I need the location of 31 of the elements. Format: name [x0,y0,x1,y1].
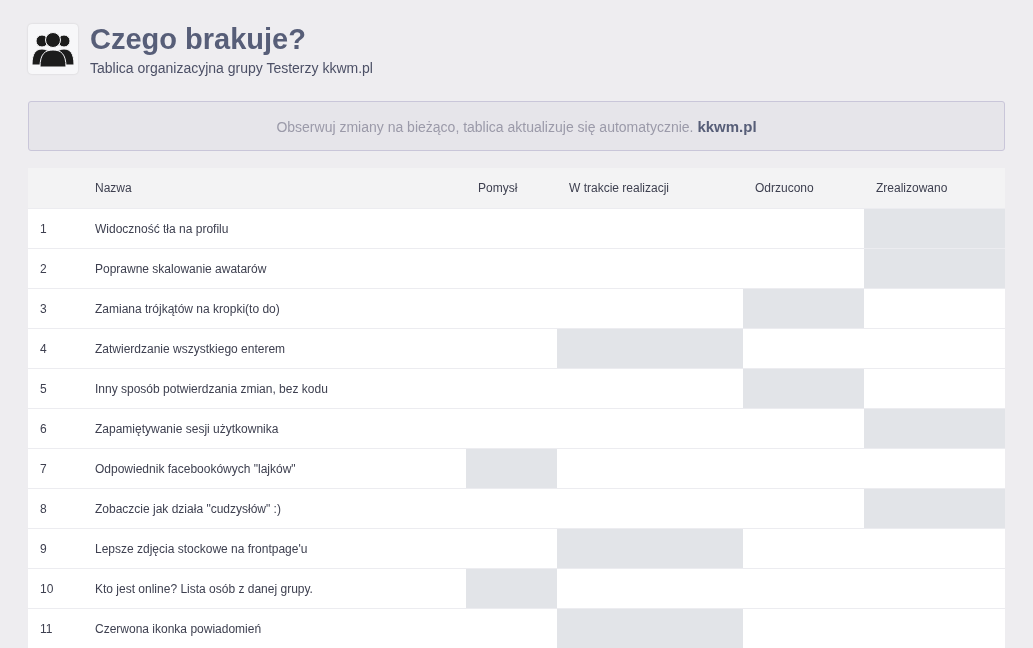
task-name: Widoczność tła na profilu [83,208,466,249]
task-name: Poprawne skalowanie awatarów [83,248,466,289]
row-number: 7 [28,448,83,489]
row-number: 6 [28,408,83,449]
column-header: W trakcie realizacji [557,168,743,209]
task-name: Odpowiednik facebookówych "lajków" [83,448,466,489]
column-header: Odrzucono [743,168,864,209]
notice-text: Obserwuj zmiany na bieżąco, tablica aktualizuje się automatycznie. kkwm.pl [276,117,757,135]
task-name: Zatwierdzanie wszystkiego enterem [83,328,466,369]
task-name: Czerwona ikonka powiadomień [83,608,466,648]
row-number: 9 [28,528,83,569]
page-subtitle: Tablica organizacyjna grupy Testerzy kkwm.pl [90,60,373,76]
column-header: Zrealizowano [864,168,1005,209]
task-name: Zamiana trójkątów na kropki(to do) [83,288,466,329]
task-name: Inny sposób potwierdzania zmian, bez kodu [83,368,466,409]
row-number: 8 [28,488,83,529]
column-header: Pomysł [466,168,557,209]
row-number: 4 [28,328,83,369]
people-icon [31,31,75,67]
column-header: Nazwa [83,168,466,209]
task-name: Kto jest online? Lista osób z danej grupy. [83,568,466,609]
row-number: 3 [28,288,83,329]
row-number: 2 [28,248,83,289]
task-name: Zobaczcie jak działa "cudzysłów" :) [83,488,466,529]
row-number: 1 [28,208,83,249]
row-number: 5 [28,368,83,409]
row-number: 10 [28,568,83,609]
row-number: 11 [28,608,83,648]
page-title: Czego brakuje? [90,24,307,54]
task-name: Lepsze zdjęcia stockowe na frontpage'u [83,528,466,569]
task-name: Zapamiętywanie sesji użytkownika [83,408,466,449]
